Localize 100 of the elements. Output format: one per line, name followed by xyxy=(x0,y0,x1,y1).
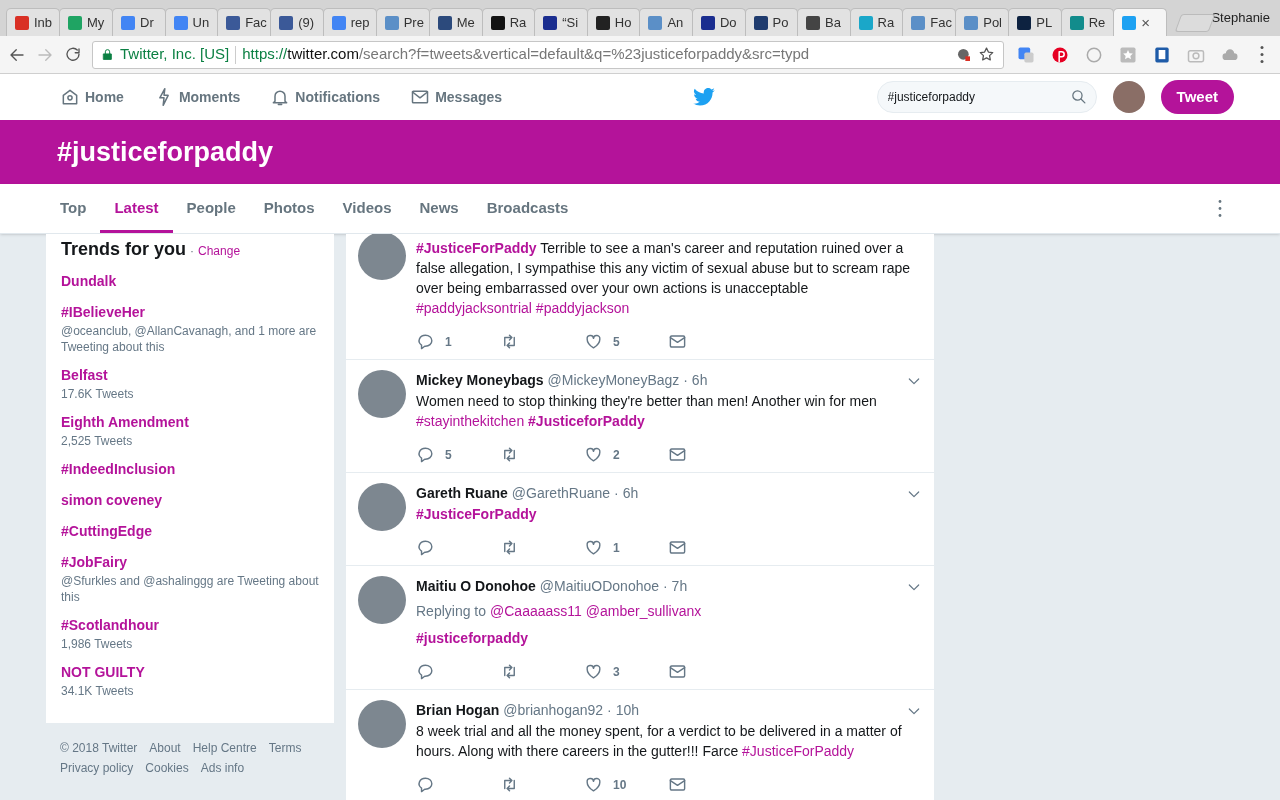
trend-link[interactable]: #IBelieveHer xyxy=(61,302,319,323)
avatar-placeholder[interactable] xyxy=(1112,81,1145,113)
hashtag-link[interactable]: #JusticeForPaddy xyxy=(416,506,537,522)
hashtag-link[interactable]: #JusticeForPaddy xyxy=(742,743,855,759)
bird-logo-icon[interactable] xyxy=(693,88,716,106)
mention-link[interactable]: @Caaaaass11 xyxy=(490,601,582,622)
trend-link[interactable]: #JobFairy xyxy=(61,552,319,573)
browser-tab[interactable]: Un xyxy=(164,8,219,36)
search-tab[interactable]: Photos xyxy=(249,184,329,233)
hashtag-link[interactable]: #paddyjacksontrial xyxy=(416,300,532,316)
browser-tab[interactable]: rep xyxy=(322,8,377,36)
nav-link[interactable]: Notifications xyxy=(270,86,381,108)
footer-link[interactable]: Help Centre xyxy=(192,739,257,757)
trend-link[interactable]: #CuttingEdge xyxy=(61,521,319,542)
search-tab[interactable]: Top xyxy=(46,184,101,233)
action-count: 5 xyxy=(445,446,452,464)
avatar-placeholder[interactable] xyxy=(358,700,406,748)
browser-tab[interactable]: Inb xyxy=(6,8,60,36)
tab-title: Re xyxy=(1088,13,1106,32)
hashtag-link[interactable]: #paddyjackson xyxy=(535,300,630,316)
avatar-placeholder[interactable] xyxy=(358,234,406,280)
envelope-icon xyxy=(668,538,687,557)
browser-tab[interactable]: Fac xyxy=(217,8,272,36)
address-bar[interactable]: Twitter, Inc. [US] https://twitter.com/search?f=tweets&vertical=default&q=%23justiceforpaddy&src=typd xyxy=(92,40,1004,69)
tab-title: Fac xyxy=(930,13,952,32)
browser-tab[interactable]: × xyxy=(1113,8,1167,36)
trend-link[interactable]: #Scotlandhour xyxy=(61,615,319,636)
close-icon[interactable]: × xyxy=(1141,15,1151,30)
trend-link[interactable]: Eighth Amendment xyxy=(61,412,319,433)
trend-link[interactable]: Dundalk xyxy=(61,271,319,292)
tab-title: Ra xyxy=(877,13,895,32)
browser-tab[interactable]: (9) xyxy=(270,8,324,36)
browser-tab[interactable]: Ra xyxy=(481,8,536,36)
search-tab[interactable]: News xyxy=(405,184,473,233)
search-tab[interactable]: People xyxy=(172,184,250,233)
trend-link[interactable]: Belfast xyxy=(61,365,319,386)
star-icon xyxy=(978,46,995,63)
browser-tab[interactable]: Pre xyxy=(375,8,430,36)
browser-tab[interactable]: Ba xyxy=(797,8,851,36)
avatar-placeholder[interactable] xyxy=(358,370,406,418)
user-handle[interactable]: @GarethRuane xyxy=(511,483,611,504)
user-name[interactable]: Gareth Ruane xyxy=(416,483,508,504)
action-count: 2 xyxy=(613,446,620,464)
trend-link[interactable]: #IndeedInclusion xyxy=(61,459,319,480)
tweet-button[interactable]: Tweet xyxy=(1160,80,1234,114)
footer-link[interactable]: Cookies xyxy=(145,759,189,777)
trend-link[interactable]: simon coveney xyxy=(61,490,319,511)
footer-link[interactable]: © 2018 Twitter xyxy=(60,739,138,757)
nav-link[interactable]: Messages xyxy=(410,86,503,108)
browser-tab[interactable]: Dr xyxy=(112,8,166,36)
user-handle[interactable]: @brianhogan92 xyxy=(503,700,604,721)
tweet-time[interactable]: · 7h xyxy=(663,576,688,597)
change-link[interactable]: Change xyxy=(198,242,241,260)
hashtag-link[interactable]: #stayinthekitchen xyxy=(416,413,525,429)
browser-tab[interactable]: An xyxy=(639,8,693,36)
browser-tab[interactable]: Ra xyxy=(849,8,904,36)
nav-link[interactable]: Moments xyxy=(153,86,241,108)
user-handle[interactable]: @MickeyMoneyBagz xyxy=(547,370,680,391)
tweet-time[interactable]: · 6h xyxy=(614,483,639,504)
mention-link[interactable]: @amber_sullivanx xyxy=(585,601,702,622)
footer-link[interactable]: About xyxy=(149,739,181,757)
envelope-icon xyxy=(410,87,431,107)
tab-title: An xyxy=(667,13,684,32)
search-tab[interactable]: Videos xyxy=(328,184,406,233)
footer-link[interactable]: Terms xyxy=(268,739,302,757)
more-icon[interactable] xyxy=(1218,200,1222,217)
user-name[interactable]: Mickey Moneybags xyxy=(416,370,544,391)
browser-tab[interactable]: My xyxy=(59,8,113,36)
user-name[interactable]: Maitiu O Donohoe xyxy=(416,576,536,597)
user-handle[interactable]: @MaitiuODonohoe xyxy=(539,576,660,597)
nav-link[interactable]: Home xyxy=(60,86,124,108)
envelope-icon xyxy=(668,662,687,681)
footer-link[interactable]: Privacy policy xyxy=(60,759,134,777)
menu-icon[interactable] xyxy=(1260,46,1264,63)
hashtag-link[interactable]: #justiceforpaddy xyxy=(416,630,529,646)
browser-tab[interactable]: Pol xyxy=(955,8,1010,36)
trend-link[interactable]: NOT GUILTY xyxy=(61,662,319,683)
avatar-placeholder[interactable] xyxy=(358,576,406,624)
browser-tab[interactable]: Re xyxy=(1060,8,1115,36)
browser-tab[interactable]: Me xyxy=(428,8,483,36)
tab-title: Me xyxy=(456,13,475,32)
browser-tab[interactable]: Do xyxy=(691,8,746,36)
avatar-placeholder[interactable] xyxy=(358,483,406,531)
tweet-time[interactable]: · 6h xyxy=(683,370,708,391)
user-name[interactable]: Brian Hogan xyxy=(416,700,500,721)
tweet-time[interactable]: · 10h xyxy=(607,700,639,721)
browser-tab[interactable]: PL xyxy=(1008,8,1062,36)
search-tab[interactable]: Broadcasts xyxy=(472,184,583,233)
profile-name[interactable]: Stephanie xyxy=(1211,8,1270,28)
hashtag-link[interactable]: #JusticeforPaddy xyxy=(528,413,645,429)
browser-tab[interactable]: Ho xyxy=(586,8,641,36)
hashtag-link[interactable]: #JusticeForPaddy xyxy=(416,240,537,256)
tab-title: Pre xyxy=(403,13,424,32)
search-field[interactable]: #justiceforpaddy xyxy=(876,81,1097,113)
tab-title: Dr xyxy=(140,13,154,32)
browser-tab[interactable]: Fac xyxy=(902,8,957,36)
browser-tab[interactable]: Po xyxy=(744,8,799,36)
browser-tab[interactable]: “Si xyxy=(534,8,588,36)
heart-icon xyxy=(584,538,603,557)
footer-link[interactable]: Ads info xyxy=(200,759,245,777)
